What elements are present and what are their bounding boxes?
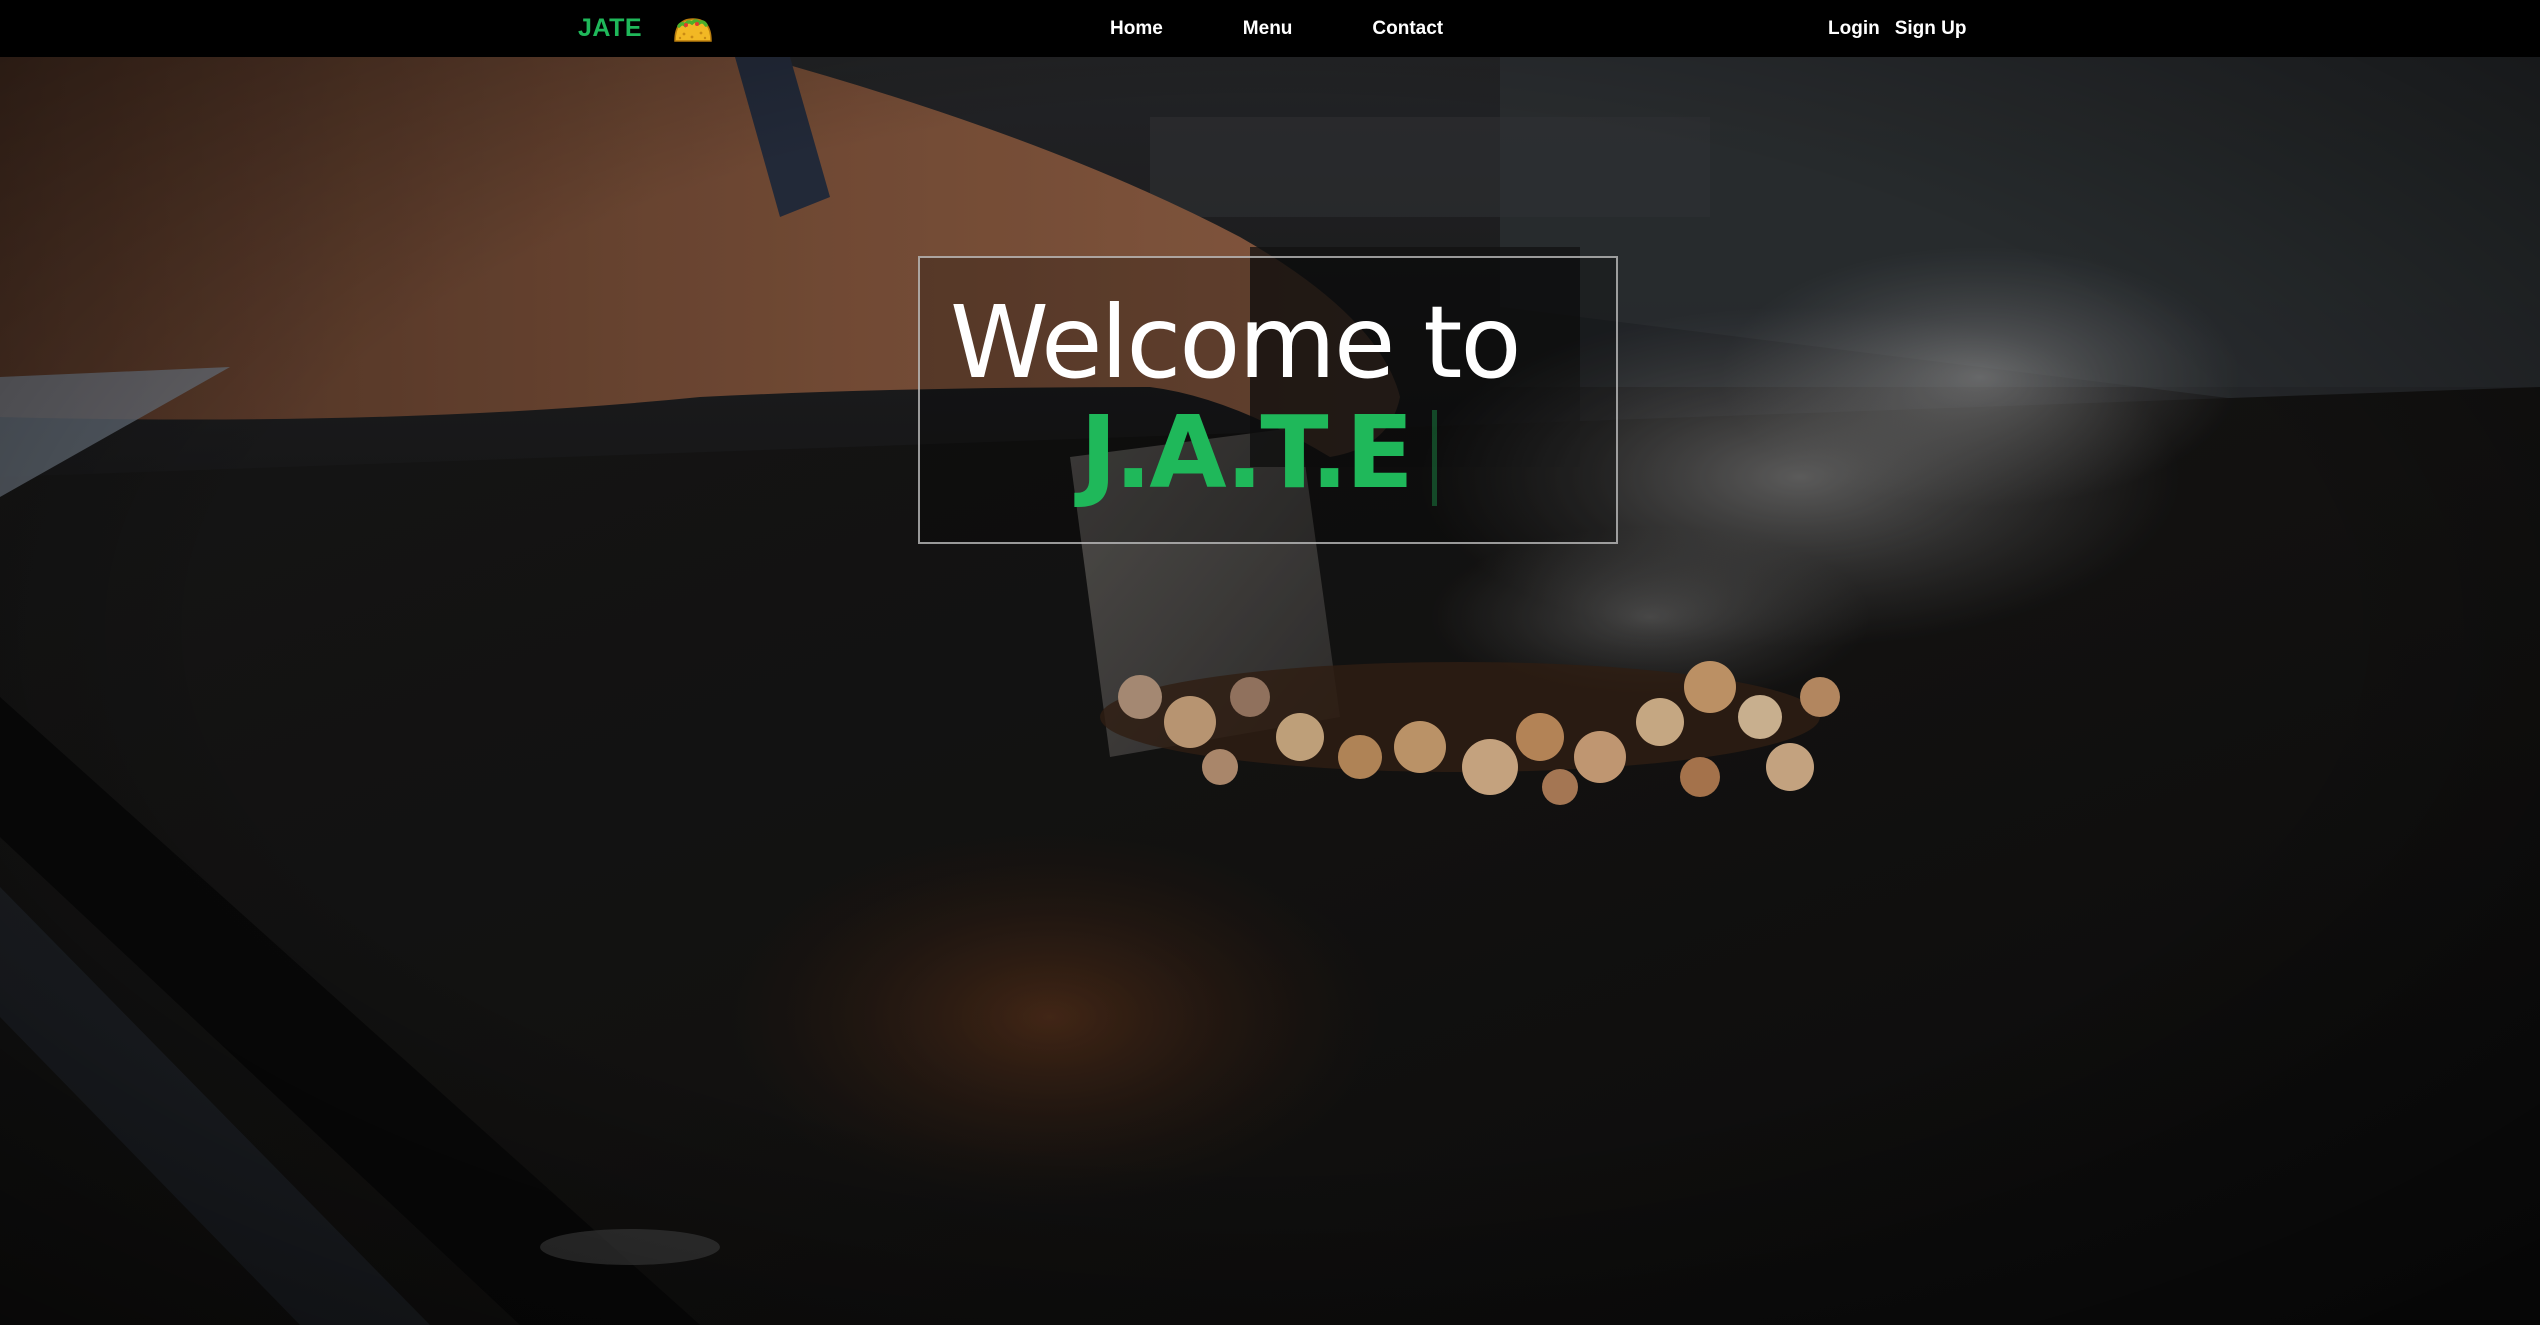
welcome-banner: Welcome to J.A.T.E (918, 256, 1618, 544)
signup-link[interactable]: Sign Up (1895, 18, 1967, 40)
jate-title: J.A.T.E (1080, 394, 1414, 511)
nav-menu-link[interactable]: Menu (1243, 18, 1293, 40)
brand-link[interactable]: JATE (578, 14, 642, 43)
nav-contact-link[interactable]: Contact (1372, 18, 1443, 40)
login-link[interactable]: Login (1828, 18, 1880, 40)
navbar: JATE Home Menu Contact Login Sign Up (0, 0, 2540, 57)
taco-icon[interactable] (672, 13, 714, 45)
nav-home-link[interactable]: Home (1110, 18, 1163, 40)
main-nav: Home Menu Contact (1110, 0, 1443, 57)
griddle-cooking-image (0, 57, 2540, 1325)
brand[interactable]: JATE (578, 0, 714, 57)
typing-cursor (1432, 410, 1437, 506)
welcome-heading: Welcome to (950, 284, 1522, 401)
hero-section: Welcome to J.A.T.E (0, 57, 2540, 1325)
page: JATE Home Menu Contact Login Sign Up Wel… (0, 0, 2540, 1325)
auth-nav: Login Sign Up (1828, 0, 1966, 57)
